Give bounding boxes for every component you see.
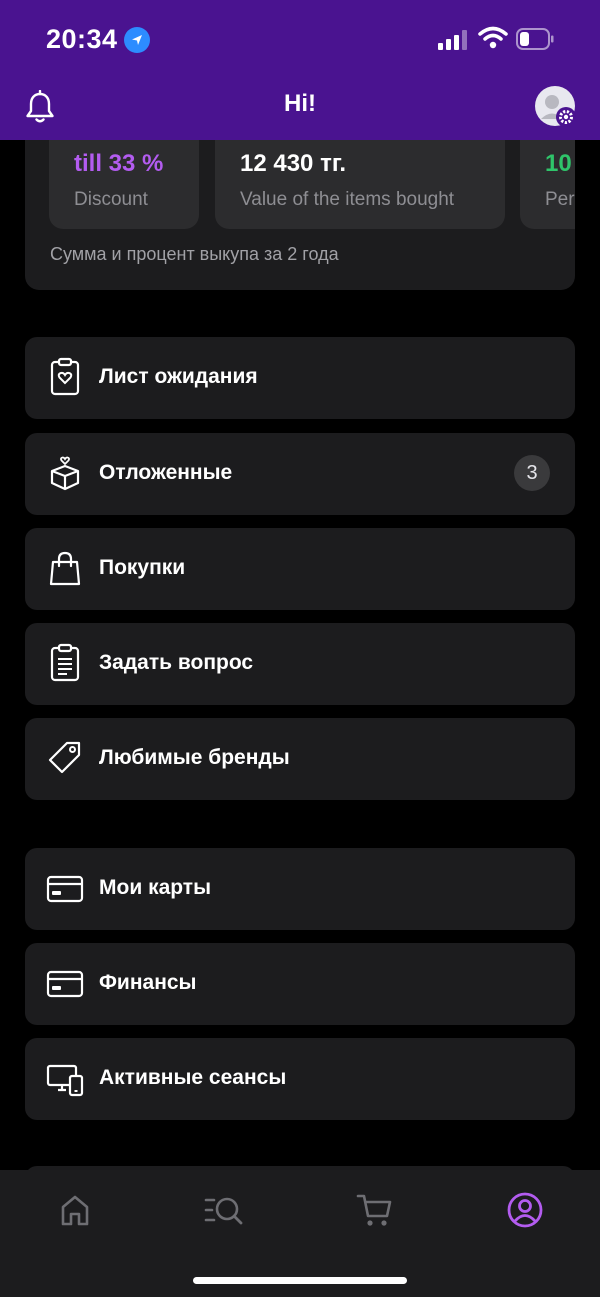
cart-icon[interactable] [355, 1190, 395, 1230]
menu-item-ask-question[interactable]: Задать вопрос [25, 623, 575, 705]
location-arrow-icon [124, 27, 150, 53]
cellular-signal-icon [438, 30, 467, 50]
credit-card-icon [46, 875, 84, 903]
page-title: Hi! [284, 90, 316, 117]
credit-card-icon [46, 970, 84, 998]
status-time: 20:34 [46, 24, 118, 54]
menu-item-purchases[interactable]: Покупки [25, 528, 575, 610]
stat-label: Per [545, 189, 575, 210]
menu-item-label: Лист ожидания [99, 365, 258, 388]
gift-box-icon [50, 456, 80, 491]
stat-value: till 33 % [74, 150, 164, 177]
menu-item-active-sessions[interactable]: Активные сеансы [25, 1038, 575, 1120]
menu-item-label: Любимые бренды [99, 746, 290, 769]
clipboard-heart-icon [50, 357, 80, 396]
menu-item-label: Отложенные [99, 461, 233, 484]
settings-gear-icon[interactable] [555, 106, 577, 128]
menu-item-deferred[interactable]: Отложенные 3 [25, 433, 575, 515]
count-badge: 3 [514, 455, 550, 491]
menu-item-label: Активные сеансы [99, 1066, 287, 1089]
catalog-search-icon[interactable] [204, 1190, 244, 1230]
menu-item-label: Покупки [99, 556, 186, 579]
profile-icon[interactable] [505, 1190, 545, 1230]
menu-item-favorite-brands[interactable]: Любимые бренды [25, 718, 575, 800]
menu-item-label: Мои карты [99, 876, 212, 899]
menu-item-label: Задать вопрос [99, 651, 254, 674]
menu-item-my-cards[interactable]: Мои карты [25, 848, 575, 930]
battery-icon [516, 28, 554, 50]
clipboard-list-icon [50, 643, 80, 682]
stats-note: Сумма и процент выкупа за 2 года [50, 244, 339, 264]
home-icon[interactable] [55, 1190, 95, 1230]
tag-icon [48, 741, 81, 774]
stat-value: 10 [545, 150, 572, 177]
devices-icon [46, 1064, 84, 1097]
menu-item-waitlist[interactable]: Лист ожидания [25, 337, 575, 419]
app-header: 20:34 Hi! [0, 0, 600, 140]
stat-value: 12 430 тг. [240, 150, 347, 177]
wifi-icon [478, 26, 508, 49]
menu-item-finance[interactable]: Финансы [25, 943, 575, 1025]
stat-label: Value of the items bought [240, 189, 455, 210]
menu-item-label: Финансы [99, 971, 197, 994]
shopping-bag-icon [49, 551, 81, 586]
stat-label: Discount [74, 189, 148, 210]
home-indicator[interactable] [193, 1277, 407, 1284]
